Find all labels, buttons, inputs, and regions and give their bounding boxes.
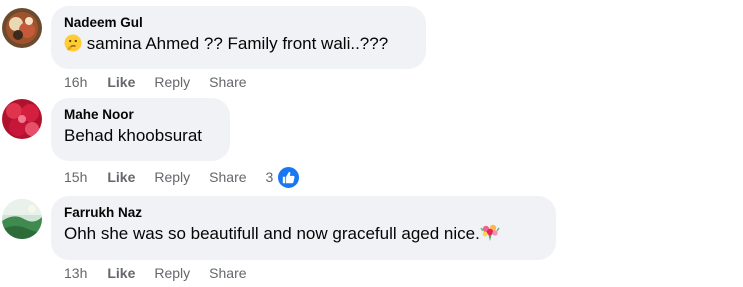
comment-author[interactable]: Nadeem Gul: [64, 14, 414, 32]
avatar[interactable]: [2, 199, 42, 239]
comment-author[interactable]: Mahe Noor: [64, 106, 218, 124]
comment-bubble: Mahe Noor Behad khoobsurat: [51, 98, 230, 161]
comment-text: samina Ahmed ?? Family front wali..???: [64, 32, 414, 59]
share-button[interactable]: Share: [209, 169, 246, 185]
comment-actions: 16h Like Reply Share: [64, 73, 266, 91]
share-button[interactable]: Share: [209, 265, 246, 281]
comment-bubble: Farrukh Naz Ohh she was so beautifull an…: [51, 196, 556, 260]
comment-time[interactable]: 16h: [64, 74, 87, 90]
avatar[interactable]: [2, 8, 42, 48]
like-icon[interactable]: [277, 165, 301, 189]
comment-actions: 15h Like Reply Share 3: [64, 165, 319, 189]
bouquet-icon: [480, 222, 500, 249]
comment-text: Behad khoobsurat: [64, 126, 202, 145]
comment-actions: 13h Like Reply Share: [64, 264, 266, 282]
thinking-face-icon: [64, 34, 82, 59]
reaction-count[interactable]: 3: [266, 169, 274, 185]
reply-button[interactable]: Reply: [154, 265, 190, 281]
comment-text-content: Ohh she was so beautifull and now gracef…: [64, 224, 480, 243]
comment-text: Ohh she was so beautifull and now gracef…: [64, 222, 544, 249]
like-button[interactable]: Like: [107, 169, 135, 185]
like-button[interactable]: Like: [107, 265, 135, 281]
avatar[interactable]: [2, 99, 42, 139]
comment-time[interactable]: 15h: [64, 169, 87, 185]
comment-bubble: Nadeem Gul samina Ahmed ?? Family front …: [51, 6, 426, 69]
reply-button[interactable]: Reply: [154, 169, 190, 185]
reply-button[interactable]: Reply: [154, 74, 190, 90]
share-button[interactable]: Share: [209, 74, 246, 90]
comment-time[interactable]: 13h: [64, 265, 87, 281]
comment-author[interactable]: Farrukh Naz: [64, 204, 544, 222]
like-button[interactable]: Like: [107, 74, 135, 90]
comment-text-content: samina Ahmed ?? Family front wali..???: [86, 34, 389, 53]
